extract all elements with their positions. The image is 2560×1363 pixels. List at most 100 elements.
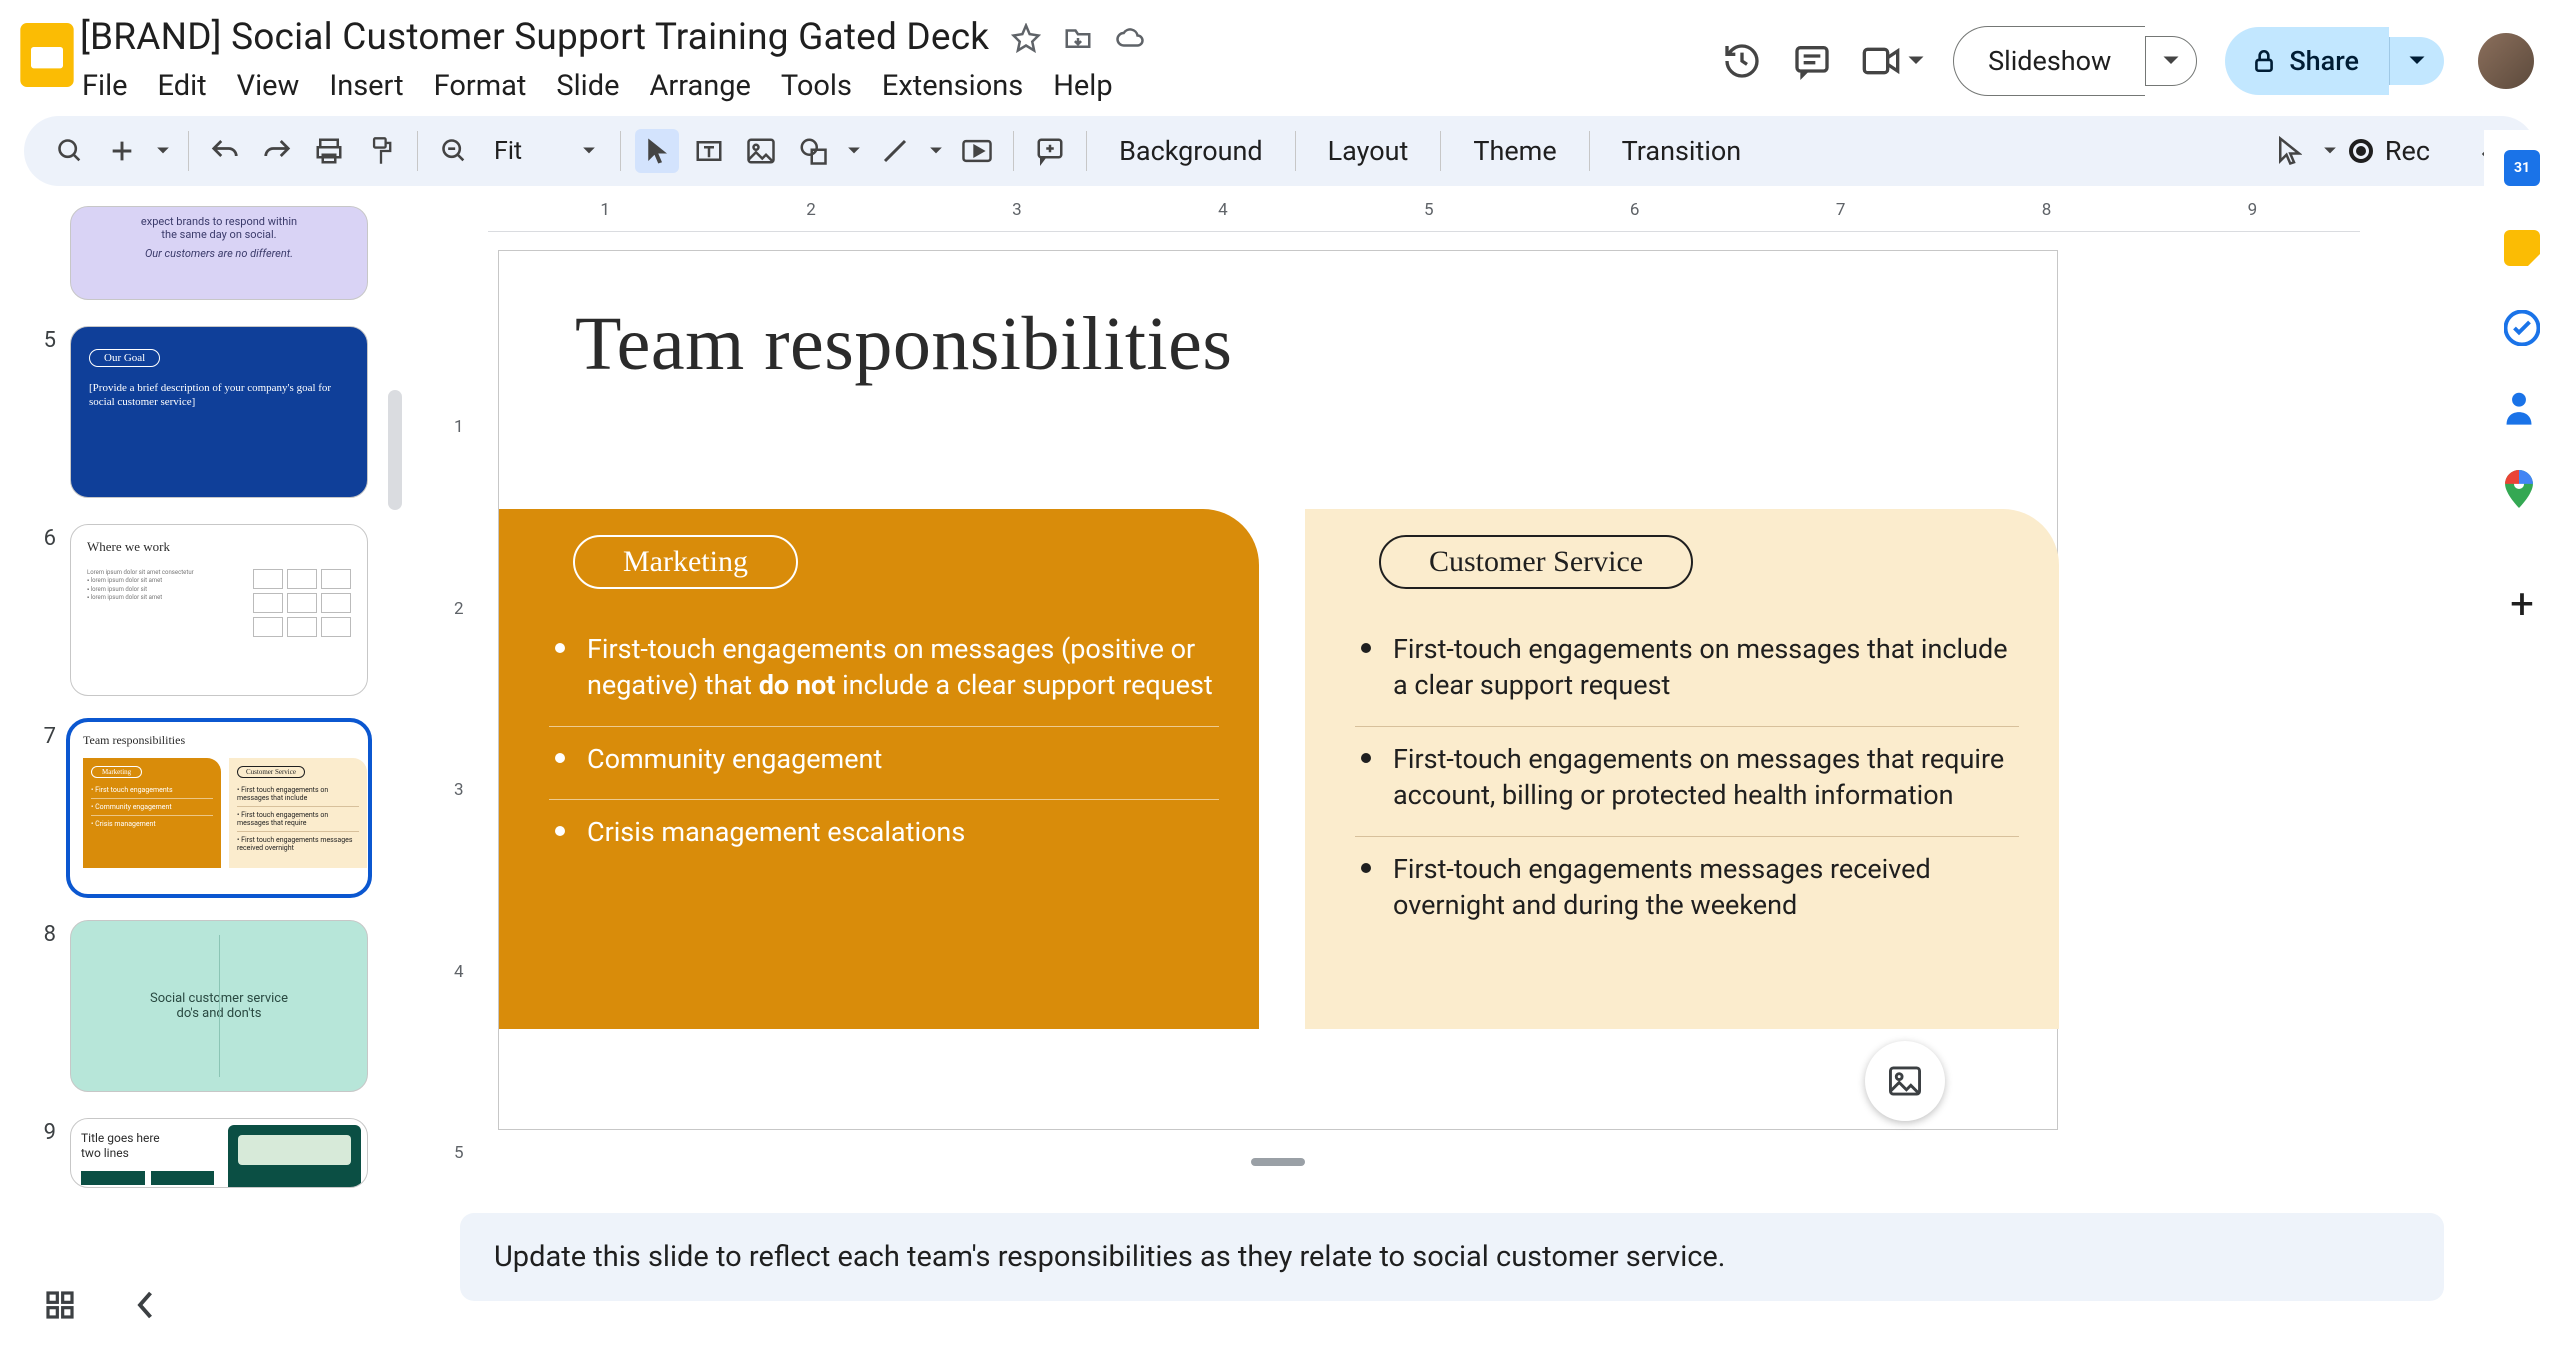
share-dropdown[interactable] <box>2389 37 2444 85</box>
layout-button[interactable]: Layout <box>1310 135 1427 167</box>
comments-icon[interactable] <box>1791 40 1833 82</box>
customer-service-box[interactable]: Customer Service First-touch engagements… <box>1305 509 2059 1029</box>
app-logo[interactable] <box>14 10 80 100</box>
textbox-icon[interactable] <box>687 129 731 173</box>
slide-num-8: 8 <box>32 920 56 947</box>
marketing-chip: Marketing <box>573 535 798 589</box>
avatar[interactable] <box>2478 33 2534 89</box>
rec-label: Rec <box>2385 135 2430 167</box>
mkt-item-3: Crisis management escalations <box>549 800 1219 872</box>
thumb-5[interactable]: Our Goal [Provide a brief description of… <box>70 326 368 498</box>
slide-num-7: 7 <box>32 722 56 749</box>
v-ruler: 1 2 3 4 5 <box>448 236 484 1303</box>
thumb6-title: Where we work <box>87 539 351 555</box>
menu-extensions[interactable]: Extensions <box>882 69 1023 103</box>
image-icon[interactable] <box>739 129 783 173</box>
addons-icon[interactable]: + <box>2510 580 2534 629</box>
shape-dropdown[interactable] <box>843 146 865 156</box>
mkt-item-2: Community engagement <box>549 727 1219 800</box>
meet-button[interactable] <box>1861 45 1925 77</box>
notes-resize-handle[interactable] <box>1251 1158 1305 1166</box>
video-icon[interactable] <box>955 129 999 173</box>
menu-format[interactable]: Format <box>434 69 527 103</box>
grid-view-icon[interactable] <box>44 1289 76 1321</box>
slideshow-button[interactable]: Slideshow <box>1953 26 2145 96</box>
pointer-dropdown[interactable] <box>2319 146 2341 156</box>
thumb7-chip2: Customer Service <box>237 766 305 778</box>
thumb7-title: Team responsibilities <box>83 733 367 748</box>
slide-num-5: 5 <box>32 326 56 353</box>
filmstrip-scrollbar[interactable] <box>388 390 402 510</box>
explore-image-fab[interactable] <box>1865 1041 1945 1121</box>
history-icon[interactable] <box>1721 40 1763 82</box>
marketing-box[interactable]: Marketing First-touch engagements on mes… <box>499 509 1259 1029</box>
h-ruler: 1 2 3 4 5 6 7 8 9 <box>488 200 2360 232</box>
transition-button[interactable]: Transition <box>1604 135 1760 167</box>
workspace: expect brands to respond within the same… <box>0 200 2560 1363</box>
rec-icon <box>2349 139 2373 163</box>
slide-title[interactable]: Team responsibilities <box>575 301 1232 388</box>
background-button[interactable]: Background <box>1101 135 1281 167</box>
toolbar: Fit Background Layout Theme Transition R… <box>24 116 2536 186</box>
zoom-select[interactable]: Fit <box>484 137 606 166</box>
thumb-6[interactable]: Where we work Lorem ipsum dolor sit amet… <box>70 524 368 696</box>
keep-icon[interactable] <box>2504 230 2540 266</box>
print-icon[interactable] <box>307 129 351 173</box>
new-slide-button[interactable] <box>100 129 144 173</box>
menu-tools[interactable]: Tools <box>781 69 852 103</box>
share-button[interactable]: Share <box>2225 27 2389 95</box>
cs-item-2: First-touch engagements on messages that… <box>1355 727 2019 837</box>
thumb4-l2: the same day on social. <box>71 228 367 241</box>
theme-button[interactable]: Theme <box>1455 135 1574 167</box>
menu-edit[interactable]: Edit <box>158 69 207 103</box>
speaker-notes-text: Update this slide to reflect each team's… <box>494 1240 1725 1274</box>
filmstrip[interactable]: expect brands to respond within the same… <box>0 200 408 1363</box>
star-icon[interactable] <box>1011 23 1041 53</box>
line-icon[interactable] <box>873 129 917 173</box>
search-icon[interactable] <box>48 129 92 173</box>
thumb9-l2: two lines <box>81 1146 129 1160</box>
thumb7-chip1: Marketing <box>91 766 142 778</box>
select-tool-icon[interactable] <box>635 129 679 173</box>
menu-help[interactable]: Help <box>1053 69 1112 103</box>
rec-button[interactable]: Rec <box>2349 135 2430 167</box>
tasks-icon[interactable] <box>2504 310 2540 346</box>
new-slide-dropdown[interactable] <box>152 146 174 156</box>
menu-file[interactable]: File <box>82 69 128 103</box>
share-label: Share <box>2289 45 2359 77</box>
cloud-icon[interactable] <box>1115 23 1145 53</box>
zoom-value: Fit <box>494 137 522 166</box>
contacts-icon[interactable] <box>2504 390 2540 426</box>
menu-insert[interactable]: Insert <box>329 69 403 103</box>
thumb9-l1: Title goes here <box>81 1131 160 1145</box>
side-panel: 31 + <box>2484 130 2560 1363</box>
prev-slide-icon[interactable] <box>136 1290 156 1320</box>
redo-icon[interactable] <box>255 129 299 173</box>
move-icon[interactable] <box>1063 23 1093 53</box>
doc-title[interactable]: [BRAND] Social Customer Support Training… <box>80 16 989 59</box>
menu-bar: File Edit View Insert Format Slide Arran… <box>80 59 1145 103</box>
shape-icon[interactable] <box>791 129 835 173</box>
menu-view[interactable]: View <box>237 69 300 103</box>
thumb4-l1: expect brands to respond within <box>71 215 367 228</box>
maps-icon[interactable] <box>2504 470 2540 506</box>
pointer-icon[interactable] <box>2267 129 2311 173</box>
thumb-9[interactable]: Title goes heretwo lines <box>70 1118 368 1188</box>
menu-arrange[interactable]: Arrange <box>649 69 750 103</box>
zoom-icon[interactable] <box>432 129 476 173</box>
thumb-8[interactable]: Social customer servicedo's and don'ts <box>70 920 368 1092</box>
slide-canvas[interactable]: Team responsibilities Marketing First-to… <box>498 250 2058 1130</box>
canvas-area: 1 2 3 4 5 6 7 8 9 1 2 3 4 5 Team respons… <box>408 200 2560 1363</box>
title-bar: [BRAND] Social Customer Support Training… <box>0 0 2560 110</box>
calendar-icon[interactable]: 31 <box>2504 150 2540 186</box>
line-dropdown[interactable] <box>925 146 947 156</box>
menu-slide[interactable]: Slide <box>556 69 619 103</box>
slideshow-dropdown[interactable] <box>2145 36 2197 86</box>
thumb-7[interactable]: Team responsibilities Marketing • First … <box>70 722 368 894</box>
speaker-notes[interactable]: Update this slide to reflect each team's… <box>460 1213 2444 1301</box>
comment-add-icon[interactable] <box>1028 129 1072 173</box>
lock-icon <box>2251 48 2277 74</box>
paint-format-icon[interactable] <box>359 129 403 173</box>
thumb-4[interactable]: expect brands to respond within the same… <box>70 206 368 300</box>
undo-icon[interactable] <box>203 129 247 173</box>
